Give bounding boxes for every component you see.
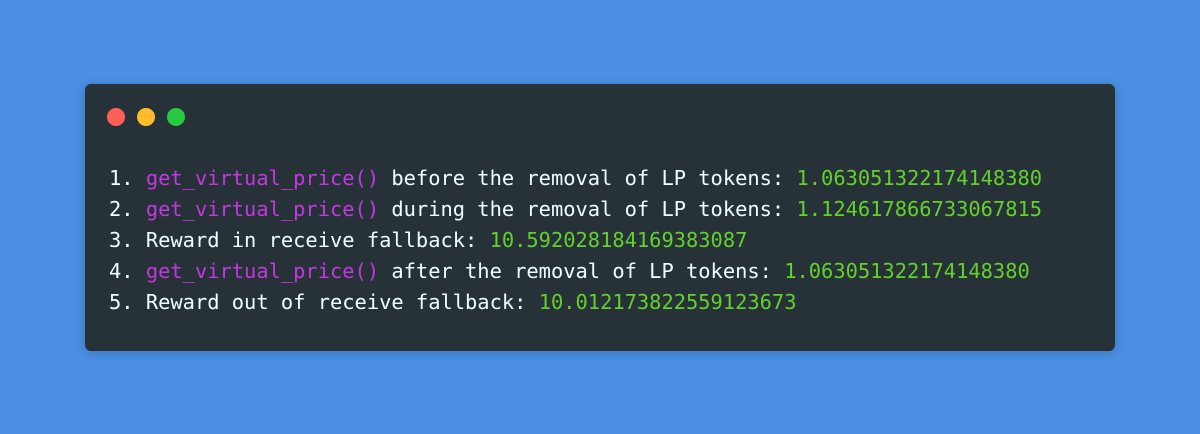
numeric-value: 10.592028184169383087 <box>489 228 748 252</box>
function-call: get_virtual_price() <box>145 197 380 221</box>
line-number: 1. <box>109 166 146 190</box>
canvas-background: { "colors": { "background": "#4a8fe2", "… <box>0 0 1200 434</box>
line-number: 2. <box>109 197 146 221</box>
line-number: 5. <box>109 290 146 314</box>
output-line-2: 2. get_virtual_price() during the remova… <box>109 194 1042 225</box>
line-text: Reward out of receive fallback: <box>145 290 539 314</box>
minimize-dot-icon[interactable] <box>137 108 155 126</box>
numeric-value: 1.124617866733067815 <box>796 197 1043 221</box>
numeric-value: 1.063051322174148380 <box>796 166 1043 190</box>
code-window: 1. get_virtual_price() before the remova… <box>85 84 1115 351</box>
line-text: after the removal of LP tokens: <box>379 259 785 283</box>
function-call: get_virtual_price() <box>145 259 380 283</box>
output-line-5: 5. Reward out of receive fallback: 10.01… <box>109 287 1042 318</box>
line-text: before the removal of LP tokens: <box>379 166 797 190</box>
output-line-1: 1. get_virtual_price() before the remova… <box>109 163 1042 194</box>
close-dot-icon[interactable] <box>107 108 125 126</box>
line-number: 3. <box>109 228 146 252</box>
function-call: get_virtual_price() <box>145 166 380 190</box>
output-lines: 1. get_virtual_price() before the remova… <box>109 163 1042 318</box>
numeric-value: 10.012173822559123673 <box>538 290 797 314</box>
output-line-4: 4. get_virtual_price() after the removal… <box>109 256 1042 287</box>
line-text: Reward in receive fallback: <box>145 228 490 252</box>
line-text: during the removal of LP tokens: <box>379 197 797 221</box>
line-number: 4. <box>109 259 146 283</box>
numeric-value: 1.063051322174148380 <box>784 259 1030 283</box>
output-line-3: 3. Reward in receive fallback: 10.592028… <box>109 225 1042 256</box>
maximize-dot-icon[interactable] <box>167 108 185 126</box>
window-controls <box>107 108 185 126</box>
